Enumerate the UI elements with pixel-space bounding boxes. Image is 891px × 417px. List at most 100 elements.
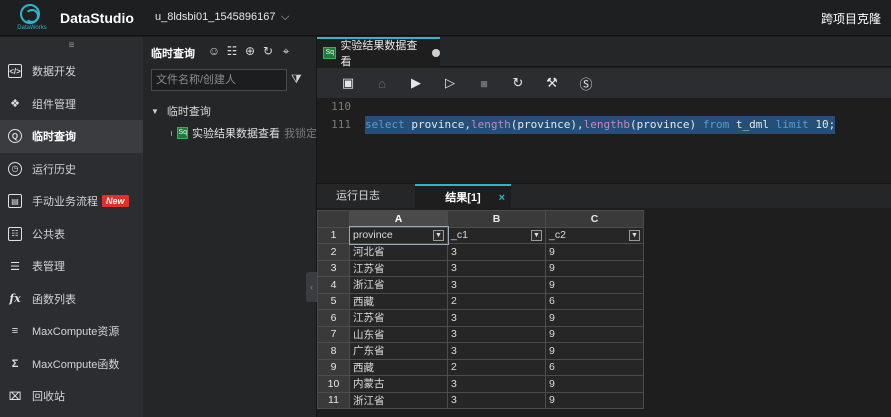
nav-item-label: 公共表 — [32, 228, 65, 241]
column-header-c[interactable]: C — [545, 210, 644, 228]
table-cell[interactable]: 2 — [447, 358, 546, 376]
nav-item-data-dev[interactable]: </> 数据开发 — [0, 55, 143, 88]
nav-item-mc-function[interactable]: Σ MaxCompute函数 — [0, 348, 143, 381]
row-number[interactable]: 1 — [317, 226, 350, 244]
nav-item-component[interactable]: ❖ 组件管理 — [0, 88, 143, 121]
row-number[interactable]: 8 — [317, 342, 350, 360]
table-cell[interactable]: 3 — [447, 243, 546, 261]
filter-dropdown-icon[interactable]: ▼ — [433, 229, 444, 241]
tab-result[interactable]: 结果[1] × — [415, 184, 511, 209]
table-cell[interactable]: 9 — [545, 259, 644, 277]
table-cell[interactable]: 内蒙古 — [349, 375, 448, 393]
locate-icon[interactable]: ⌖ — [277, 43, 295, 59]
column-header-b[interactable]: B — [447, 210, 546, 228]
field-header-cell[interactable]: _c1 ▼ — [447, 226, 546, 244]
new-file-icon[interactable]: ⊕ — [241, 43, 259, 59]
chevron-down-icon[interactable]: ⌵ — [281, 11, 289, 24]
table-cell[interactable]: 浙江省 — [349, 391, 448, 409]
table-cell[interactable]: 9 — [545, 375, 644, 393]
filter-dropdown-icon[interactable]: ▼ — [629, 229, 640, 241]
refresh-icon[interactable]: ↻ — [259, 43, 277, 59]
table-cell[interactable]: 3 — [447, 342, 546, 360]
editor-tabbar: Sq 实验结果数据查看 — [317, 37, 891, 68]
format-icon[interactable]: ⚒ — [535, 75, 569, 91]
nav-item-label: MaxCompute资源 — [32, 326, 120, 339]
table-cell[interactable]: 3 — [447, 391, 546, 409]
row-number[interactable]: 9 — [317, 358, 350, 376]
row-number[interactable]: 7 — [317, 325, 350, 343]
nav-item-manual-workflow[interactable]: ▤ 手动业务流程 New — [0, 185, 143, 218]
row-number[interactable]: 2 — [317, 243, 350, 261]
table-cell[interactable]: 西藏 — [349, 292, 448, 310]
nav-item-function-list[interactable]: fx 函数列表 — [0, 283, 143, 316]
close-icon[interactable]: × — [499, 186, 505, 211]
save-icon[interactable]: ▣ — [331, 75, 365, 91]
cross-project-clone-link[interactable]: 跨项目克隆 — [821, 10, 881, 27]
table-cell[interactable]: 3 — [447, 375, 546, 393]
table-cell[interactable]: 江苏省 — [349, 309, 448, 327]
field-header-cell[interactable]: _c2 ▼ — [545, 226, 644, 244]
nav-item-label: 临时查询 — [32, 131, 76, 144]
row-number[interactable]: 3 — [317, 259, 350, 277]
editor-tab[interactable]: Sq 实验结果数据查看 — [317, 37, 440, 68]
table-cell[interactable]: 3 — [447, 259, 546, 277]
table-cell[interactable]: 河北省 — [349, 243, 448, 261]
filter-dropdown-icon[interactable]: ▼ — [531, 229, 542, 241]
collapse-panel-handle[interactable]: ‹ — [306, 272, 317, 302]
table-cell[interactable]: 江苏省 — [349, 259, 448, 277]
run-params-icon[interactable]: ▷ — [433, 75, 467, 91]
table-cell[interactable]: 9 — [545, 276, 644, 294]
table-cell[interactable]: 9 — [545, 342, 644, 360]
row-number[interactable]: 11 — [317, 391, 350, 409]
file-search-input[interactable] — [151, 69, 287, 91]
table-cell[interactable]: 3 — [447, 276, 546, 294]
table-cell[interactable]: 西藏 — [349, 358, 448, 376]
table-cell[interactable]: 山东省 — [349, 325, 448, 343]
table-cell[interactable]: 2 — [447, 292, 546, 310]
filter-icon[interactable]: ⧩ — [291, 72, 302, 87]
row-number[interactable]: 10 — [317, 375, 350, 393]
nav-item-mc-resource[interactable]: ≡ MaxCompute资源 — [0, 315, 143, 348]
row-number[interactable]: 5 — [317, 292, 350, 310]
folder-temp-query[interactable]: ▼ 临时查询 — [151, 103, 211, 119]
project-selector[interactable]: u_8ldsbi01_1545896167 — [155, 11, 276, 23]
table-cell[interactable]: 浙江省 — [349, 276, 448, 294]
cost-estimate-icon[interactable]: Ⓢ — [569, 74, 603, 93]
table-cell[interactable]: 6 — [545, 358, 644, 376]
folder-label: 临时查询 — [166, 106, 211, 118]
file-item[interactable]: Sq 实验结果数据查看 我锁定 — [171, 125, 317, 141]
nav-item-table-manage[interactable]: ☰ 表管理 — [0, 250, 143, 283]
lock-icon[interactable]: ⌂ — [365, 76, 399, 91]
table-row: 8 广东省 3 9 — [317, 342, 644, 360]
grid-corner[interactable] — [317, 210, 350, 228]
table-cell[interactable]: 9 — [545, 391, 644, 409]
menu-handle-icon[interactable]: ≡ — [0, 37, 143, 55]
table-cell[interactable]: 3 — [447, 309, 546, 327]
sql-file-icon: Sq — [323, 47, 337, 59]
code-editor[interactable]: 110 111 select province,length(province)… — [317, 98, 891, 178]
nav-item-temp-query[interactable]: Q 临时查询 — [0, 120, 143, 153]
filter-list-icon[interactable]: ☷ — [223, 43, 241, 59]
unsaved-dot-icon[interactable] — [432, 49, 440, 57]
table-cell[interactable]: 3 — [447, 325, 546, 343]
workflow-icon: ▤ — [8, 194, 22, 209]
table-cell[interactable]: 9 — [545, 243, 644, 261]
field-header-cell[interactable]: province ▼ — [348, 226, 449, 245]
tab-run-log[interactable]: 运行日志 — [317, 184, 399, 209]
table-cell[interactable]: 6 — [545, 292, 644, 310]
nav-item-public-table[interactable]: ☷ 公共表 — [0, 218, 143, 251]
run-icon[interactable]: ▶︎ — [399, 75, 433, 91]
nav-item-run-history[interactable]: ◷ 运行历史 — [0, 153, 143, 186]
sql-token: 10; — [808, 118, 836, 131]
user-icon[interactable]: ☺ — [205, 43, 223, 59]
stop-icon[interactable]: ■ — [467, 76, 501, 91]
row-number[interactable]: 4 — [317, 276, 350, 294]
column-header-a[interactable]: A — [349, 210, 448, 228]
nav-item-recycle-bin[interactable]: ⌧ 回收站 — [0, 380, 143, 413]
reload-icon[interactable]: ↻ — [501, 75, 535, 91]
table-cell[interactable]: 广东省 — [349, 342, 448, 360]
table-cell[interactable]: 9 — [545, 309, 644, 327]
row-number[interactable]: 6 — [317, 309, 350, 327]
dataworks-logo[interactable]: DataWorks — [12, 4, 48, 32]
table-cell[interactable]: 9 — [545, 325, 644, 343]
